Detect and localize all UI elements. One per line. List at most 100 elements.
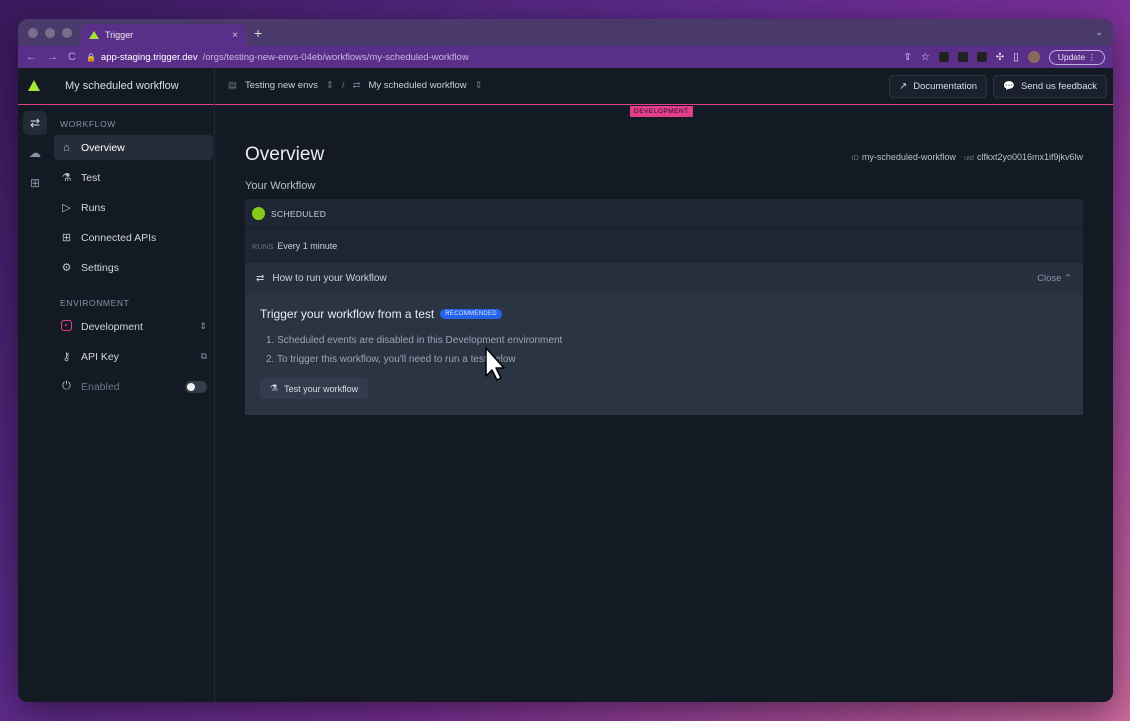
feedback-button[interactable]: 💬 Send us feedback: [993, 75, 1107, 98]
url-field[interactable]: 🔒 app-staging.trigger.dev/orgs/testing-n…: [86, 52, 469, 63]
enabled-toggle[interactable]: [185, 380, 207, 393]
extension-icon[interactable]: [957, 52, 968, 62]
sidepanel-icon[interactable]: ▯: [1013, 52, 1019, 63]
tab-close-icon[interactable]: ×: [232, 30, 238, 41]
nav-buttons: ← → C: [26, 51, 76, 63]
sidebar-divider: [214, 68, 215, 702]
id-label: ID: [851, 153, 859, 162]
org-icon: ▤: [228, 80, 237, 91]
environment-selector[interactable]: Development ⇕: [54, 314, 213, 339]
trigger-logo-icon: [89, 31, 99, 39]
close-window-button[interactable]: [28, 28, 38, 38]
main-content: Overview ID my-scheduled-workflow uid clfk…: [245, 106, 1083, 415]
address-bar: ← → C 🔒 app-staging.trigger.dev/orgs/tes…: [18, 46, 1113, 68]
sidebar-item-api-key[interactable]: ⚷ API Key ⧉: [54, 344, 213, 369]
howto-close-button[interactable]: Close ⌃: [1037, 273, 1072, 284]
list-item: 1. Scheduled events are disabled in this…: [266, 335, 563, 346]
howto-accordion-header[interactable]: ⇄ How to run your Workflow Close ⌃: [245, 263, 1083, 293]
mouse-cursor-icon: [485, 347, 505, 381]
workflow-icon: ⇄: [352, 80, 361, 91]
workflow-icon: ⇄: [256, 272, 265, 284]
sidebar-item-label: Overview: [81, 141, 125, 154]
sidebar-item-enabled: ⏻ Enabled: [54, 374, 213, 399]
back-icon[interactable]: ←: [26, 51, 37, 63]
chevron-updown-icon[interactable]: ⇕: [475, 80, 483, 91]
workflows-icon[interactable]: ⇄: [23, 111, 47, 135]
chat-icon: 💬: [1003, 81, 1015, 92]
scheduled-status-icon: [252, 207, 265, 220]
copy-icon[interactable]: ⧉: [201, 351, 207, 362]
runs-label: RUNS: [252, 241, 274, 251]
uid-label: uid: [963, 153, 974, 162]
app-topbar: My scheduled workflow ▤ Testing new envs…: [18, 68, 1113, 105]
tab-title: Trigger: [105, 30, 134, 40]
forward-icon[interactable]: →: [47, 51, 58, 63]
window-controls[interactable]: [28, 28, 72, 38]
share-icon[interactable]: ⇪: [903, 52, 911, 63]
sidebar: WORKFLOW ⌂ Overview ⚗ Test ▷ Runs ⊞ Conn…: [54, 106, 214, 404]
update-label: Update: [1057, 51, 1086, 62]
howto-title: How to run your Workflow: [272, 272, 387, 284]
grid-icon: ⊞: [61, 232, 72, 244]
sidebar-item-label: Runs: [81, 201, 106, 214]
chevron-updown-icon: ⇕: [199, 321, 207, 331]
breadcrumb-workflow[interactable]: My scheduled workflow: [368, 80, 466, 91]
bookmark-star-icon[interactable]: ☆: [921, 52, 930, 63]
breadcrumb-org[interactable]: Testing new envs: [245, 80, 318, 91]
profile-avatar[interactable]: [1027, 51, 1040, 63]
runs-value: Every 1 minute: [277, 241, 338, 251]
tab-search-icon[interactable]: ⌄: [1095, 27, 1103, 38]
runs-row: RUNS Every 1 minute: [245, 228, 1083, 263]
sidebar-item-label: Settings: [81, 261, 119, 274]
trigger-logo-icon[interactable]: [28, 80, 40, 91]
icon-rail: ⇄ ☁ ⊞: [18, 106, 54, 201]
documentation-label: Documentation: [913, 81, 978, 92]
integrations-icon[interactable]: ⊞: [23, 171, 47, 195]
breadcrumb: ▤ Testing new envs ⇕ / ⇄ My scheduled wo…: [228, 80, 483, 91]
trigger-title: Trigger your workflow from a test RECOMM…: [260, 307, 1068, 321]
close-label: Close: [1037, 272, 1062, 284]
chevron-up-icon: ⌃: [1064, 272, 1072, 284]
browser-toolbar-right: ⇪ ☆ ✣ ▯ Update ⋮: [903, 49, 1105, 65]
sidebar-item-runs[interactable]: ▷ Runs: [54, 195, 213, 220]
gear-icon: ⚙: [61, 262, 72, 274]
chevron-updown-icon[interactable]: ⇕: [326, 80, 334, 91]
lock-icon[interactable]: 🔒: [86, 53, 96, 62]
browser-tab[interactable]: Trigger ×: [81, 24, 246, 46]
sidebar-item-settings[interactable]: ⚙ Settings: [54, 255, 213, 280]
new-tab-button[interactable]: +: [254, 25, 262, 41]
id-value[interactable]: my-scheduled-workflow: [862, 152, 956, 162]
extension-icon[interactable]: [938, 52, 949, 62]
extension-icon[interactable]: [976, 52, 987, 62]
cloud-icon[interactable]: ☁: [23, 141, 47, 165]
extensions-puzzle-icon[interactable]: ✣: [996, 52, 1004, 63]
url-path: /orgs/testing-new-envs-04eb/workflows/my…: [202, 51, 469, 63]
maximize-window-button[interactable]: [62, 28, 72, 38]
reload-icon[interactable]: C: [68, 51, 76, 63]
environment-icon: [60, 319, 73, 334]
workflow-ids: ID my-scheduled-workflow uid clfkxt2yo0016…: [851, 152, 1083, 162]
environment-label: Development: [81, 320, 143, 333]
status-badge: SCHEDULED: [271, 208, 327, 219]
sidebar-section-workflow: WORKFLOW: [60, 119, 116, 129]
sidebar-item-overview[interactable]: ⌂ Overview: [54, 135, 213, 160]
url-domain: app-staging.trigger.dev: [100, 51, 198, 63]
uid-value[interactable]: clfkxt2yo0016mx1if9jkv6lw: [977, 152, 1083, 162]
test-workflow-button[interactable]: ⚗ Test your workflow: [260, 378, 369, 399]
top-actions: ↗ Documentation 💬 Send us feedback: [889, 75, 1107, 98]
api-key-label: API Key: [81, 350, 119, 363]
sidebar-item-connected-apis[interactable]: ⊞ Connected APIs: [54, 225, 213, 250]
external-link-icon: ↗: [899, 81, 908, 92]
feedback-label: Send us feedback: [1020, 81, 1097, 92]
browser-tabbar: Trigger × + ⌄: [18, 19, 1113, 46]
update-button[interactable]: Update ⋮: [1048, 49, 1105, 65]
flask-icon: ⚗: [270, 383, 279, 393]
sidebar-item-test[interactable]: ⚗ Test: [54, 165, 213, 190]
key-icon: ⚷: [62, 351, 71, 363]
documentation-button[interactable]: ↗ Documentation: [889, 75, 988, 98]
home-icon: ⌂: [63, 141, 70, 154]
steps-list: 1. Scheduled events are disabled in this…: [260, 331, 1068, 369]
sidebar-item-label: Connected APIs: [81, 231, 157, 244]
power-icon: ⏻: [62, 380, 71, 392]
minimize-window-button[interactable]: [45, 28, 55, 38]
